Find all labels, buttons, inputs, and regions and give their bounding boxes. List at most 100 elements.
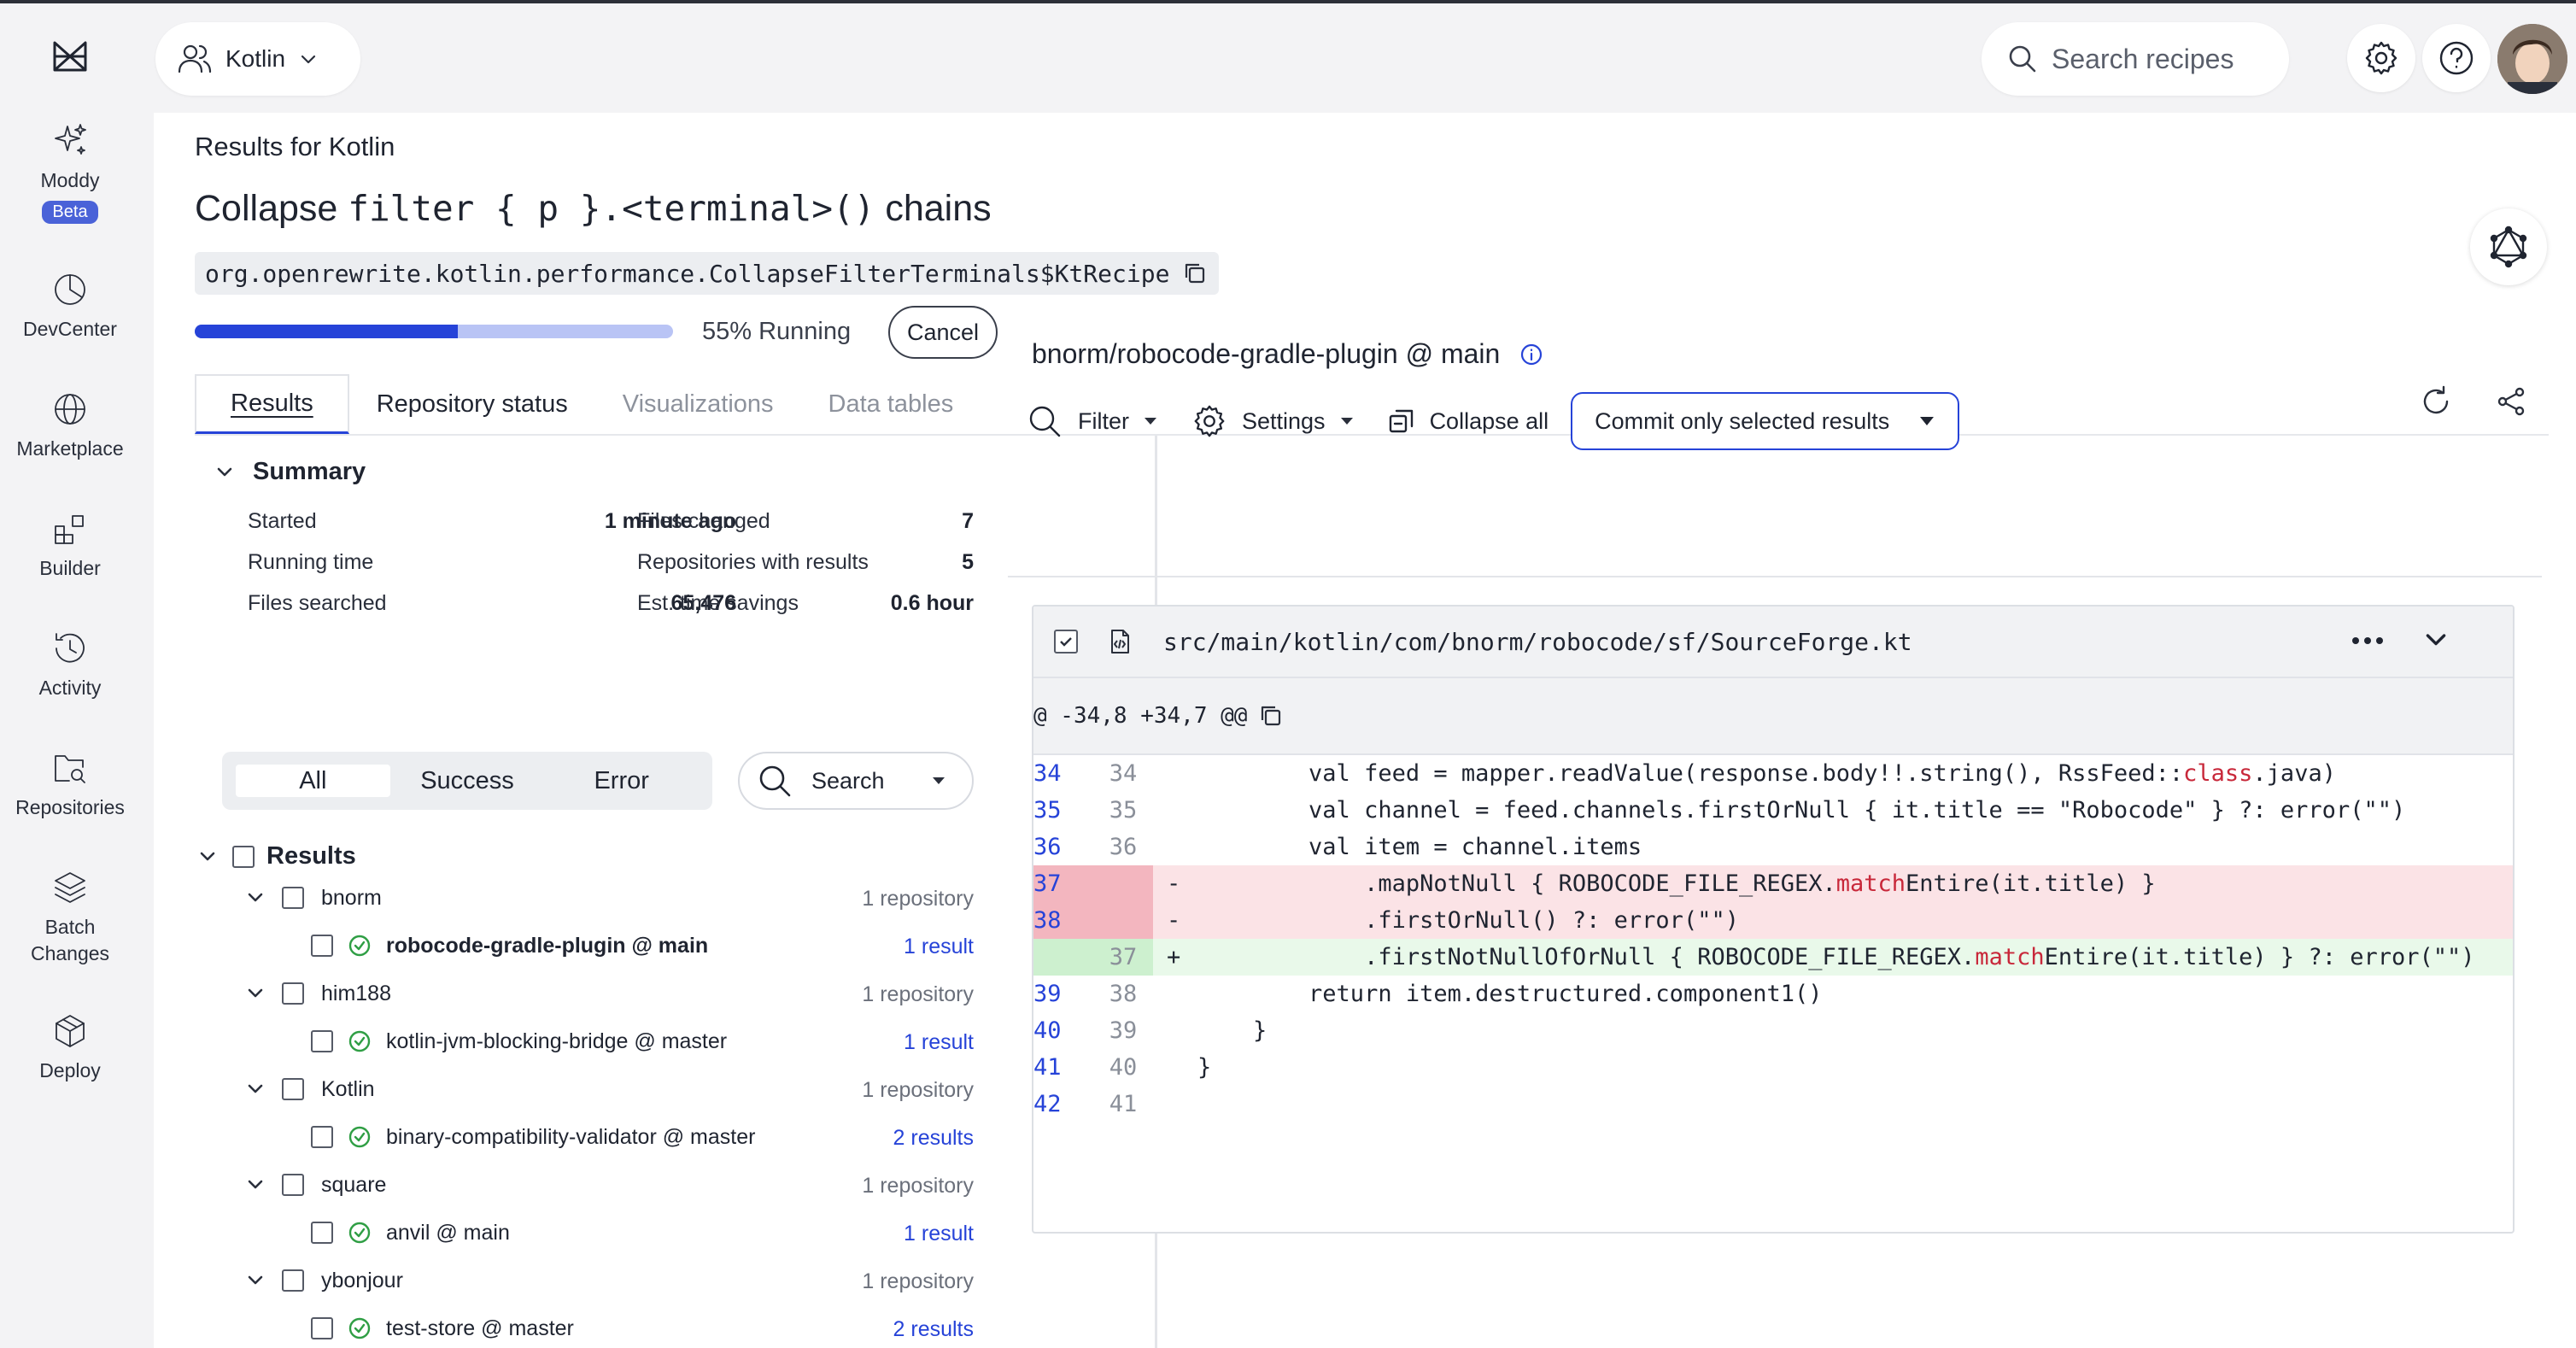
- repo-title: bnorm/robocode-gradle-plugin @ main: [1032, 338, 1544, 370]
- repo-checkbox[interactable]: [311, 1126, 333, 1148]
- chevron-down-icon[interactable]: [243, 885, 268, 911]
- org-checkbox[interactable]: [282, 887, 304, 909]
- summary-label: Est. time savings: [637, 591, 799, 615]
- org-name: bnorm: [321, 885, 382, 910]
- repo-row[interactable]: binary-compatibility-validator @ master: [311, 1124, 755, 1150]
- filter-all[interactable]: All: [236, 765, 390, 797]
- sidebar-item-marketplace[interactable]: Marketplace: [0, 390, 140, 462]
- org-row[interactable]: square: [243, 1172, 386, 1198]
- sidebar-item-activity[interactable]: Activity: [0, 629, 140, 701]
- repo-checkbox[interactable]: [311, 1222, 333, 1244]
- tab-results[interactable]: Results: [195, 374, 349, 434]
- repo-row[interactable]: anvil @ main: [311, 1220, 510, 1245]
- filter-success[interactable]: Success: [390, 765, 545, 797]
- recipe-id-text: org.openrewrite.kotlin.performance.Colla…: [205, 259, 1170, 288]
- code-text: return item.destructured.component1(): [1197, 981, 1823, 1007]
- collapse-all-button[interactable]: Collapse all: [1387, 407, 1549, 436]
- file-checkbox[interactable]: [1054, 630, 1078, 653]
- org-row[interactable]: ybonjour: [243, 1268, 403, 1293]
- package-icon: [56, 1015, 85, 1047]
- progress-bar: [195, 325, 673, 338]
- results-heading: Results: [266, 842, 356, 870]
- org-name: him188: [321, 981, 391, 1005]
- org-checkbox[interactable]: [282, 1174, 304, 1196]
- info-icon[interactable]: [1519, 342, 1544, 367]
- help-button[interactable]: [2422, 24, 2491, 92]
- collapse-label: Collapse all: [1429, 407, 1549, 434]
- sidebar-item-label: Activity: [38, 677, 102, 699]
- diff-marker: -: [1167, 870, 1181, 897]
- cancel-button[interactable]: Cancel: [888, 306, 998, 359]
- progress-fill: [195, 325, 458, 338]
- results-search-dropdown[interactable]: Search: [738, 752, 974, 810]
- org-row[interactable]: Kotlin: [243, 1076, 375, 1102]
- tab-visualizations[interactable]: Visualizations: [595, 374, 801, 434]
- workspace-selector[interactable]: Kotlin: [155, 22, 360, 96]
- workspace-name: Kotlin: [225, 45, 286, 72]
- sidebar-item-label: Marketplace: [16, 437, 124, 460]
- chevron-down-icon[interactable]: [2421, 625, 2451, 656]
- chevron-down-icon[interactable]: [243, 981, 268, 1006]
- repo-row[interactable]: test-store @ master: [311, 1316, 574, 1341]
- graphql-button[interactable]: [2470, 208, 2547, 285]
- new-line-number: 40: [1109, 1054, 1138, 1081]
- chevron-down-icon[interactable]: [243, 1172, 268, 1198]
- more-horizontal-icon[interactable]: [2351, 636, 2385, 646]
- check-circle-icon: [348, 1222, 371, 1244]
- file-diff: src/main/kotlin/com/bnorm/robocode/sf/So…: [1032, 605, 2515, 1234]
- hunk-range: @ -34,8 +34,7 @@: [1033, 703, 1248, 729]
- commit-selected-button[interactable]: Commit only selected results: [1571, 392, 1960, 450]
- copy-icon[interactable]: [1257, 702, 1285, 730]
- sidebar-item-label: Deploy: [39, 1059, 101, 1081]
- sidebar-item-repositories[interactable]: Repositories: [0, 748, 140, 821]
- sidebar-item-batch-changes[interactable]: Batch Changes: [0, 868, 140, 967]
- chevron-down-icon[interactable]: [243, 1076, 268, 1102]
- sidebar-item-builder[interactable]: Builder: [0, 509, 140, 582]
- chevron-down-icon[interactable]: [195, 844, 220, 870]
- chevron-down-icon[interactable]: [243, 1268, 268, 1293]
- old-line-number: 39: [1033, 981, 1062, 1007]
- repo-results-link[interactable]: 2 results: [707, 1126, 974, 1151]
- repo-results-link[interactable]: 2 results: [707, 1317, 974, 1342]
- org-checkbox[interactable]: [282, 982, 304, 1005]
- refresh-icon[interactable]: [2419, 384, 2453, 419]
- tab-repository-status[interactable]: Repository status: [349, 374, 595, 434]
- repo-row[interactable]: kotlin-jvm-blocking-bridge @ master: [311, 1029, 727, 1054]
- repo-row[interactable]: robocode-gradle-plugin @ main: [311, 933, 708, 958]
- copy-icon[interactable]: [1181, 260, 1209, 287]
- search-icon: [1029, 406, 1061, 437]
- search-input[interactable]: [2052, 43, 2282, 75]
- org-row[interactable]: him188: [243, 981, 391, 1006]
- settings-button[interactable]: [2347, 24, 2415, 92]
- summary-value: 5: [962, 550, 974, 574]
- repo-results-link[interactable]: 1 result: [707, 1030, 974, 1055]
- share-icon[interactable]: [2494, 384, 2528, 419]
- summary-toggle[interactable]: Summary: [212, 458, 366, 486]
- context-line: 39 38 return item.destructured.component…: [1033, 976, 2513, 1012]
- app-logo-icon[interactable]: [50, 36, 91, 77]
- org-checkbox[interactable]: [282, 1078, 304, 1100]
- select-all-checkbox[interactable]: [232, 845, 255, 868]
- filter-dropdown[interactable]: Filter: [1025, 401, 1158, 441]
- repo-checkbox[interactable]: [311, 1030, 333, 1052]
- sidebar-item-moddy[interactable]: Moddy Beta: [0, 121, 140, 224]
- recipe-search[interactable]: [1982, 22, 2289, 96]
- tab-data-tables[interactable]: Data tables: [801, 374, 981, 434]
- search-icon: [759, 765, 791, 797]
- repo-results-link[interactable]: 1 result: [707, 935, 974, 959]
- filter-error[interactable]: Error: [544, 765, 699, 797]
- code-text: val channel = feed.channels.firstOrNull …: [1197, 797, 2406, 823]
- org-checkbox[interactable]: [282, 1269, 304, 1292]
- avatar[interactable]: [2497, 24, 2567, 94]
- sparkles-icon: [55, 124, 86, 155]
- settings-label: Settings: [1242, 407, 1326, 434]
- settings-dropdown[interactable]: Settings: [1191, 402, 1355, 440]
- org-repo-count: 1 repository: [862, 1174, 974, 1198]
- repo-checkbox[interactable]: [311, 935, 333, 957]
- repo-checkbox[interactable]: [311, 1317, 333, 1339]
- title-suffix: chains: [875, 188, 992, 229]
- org-row[interactable]: bnorm: [243, 885, 382, 911]
- sidebar-item-deploy[interactable]: Deploy: [0, 1011, 140, 1084]
- sidebar-item-devcenter[interactable]: DevCenter: [0, 270, 140, 343]
- repo-results-link[interactable]: 1 result: [707, 1222, 974, 1246]
